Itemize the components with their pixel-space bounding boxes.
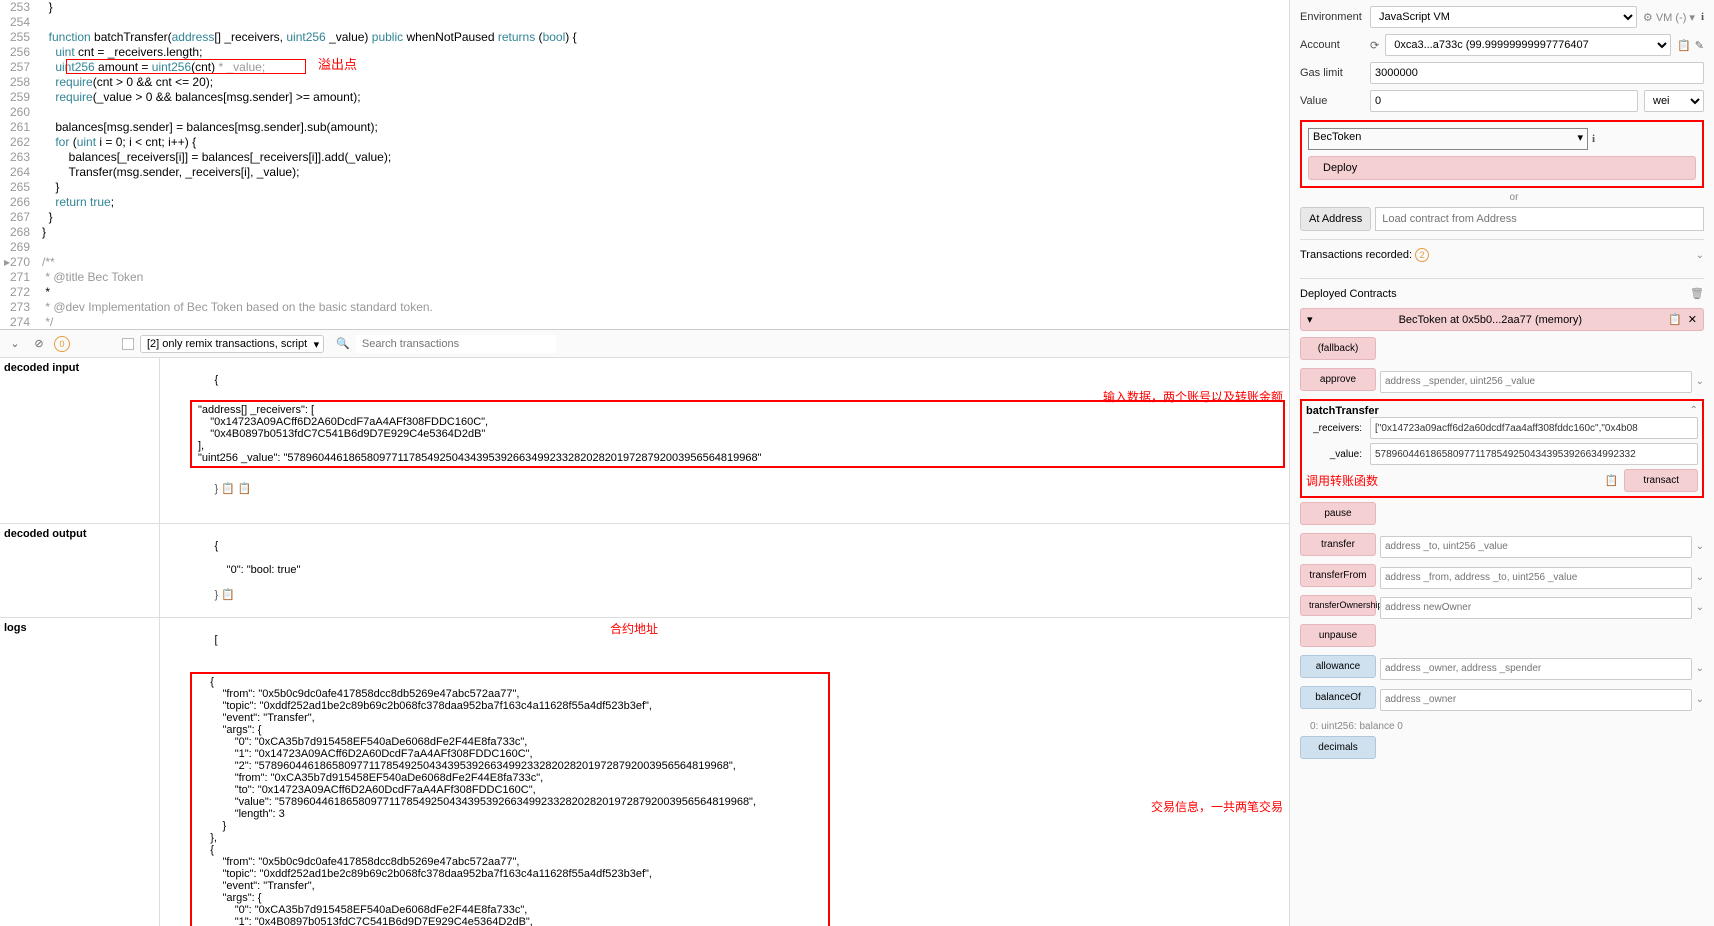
transferfrom-input[interactable]	[1380, 567, 1692, 589]
deploy-panel: Environment JavaScript VM ⚙ VM (-) ▾ i A…	[1290, 0, 1714, 926]
decoded-input-label: decoded input	[0, 358, 160, 523]
deployed-contracts-label: Deployed Contracts	[1300, 288, 1397, 300]
transfer-input[interactable]	[1380, 536, 1692, 558]
receivers-label: _receivers:	[1306, 423, 1366, 434]
chevron-down-icon[interactable]: ⌄	[1696, 663, 1704, 674]
close-icon[interactable]: ✕	[1688, 313, 1697, 326]
contract-address-annotation: 合约地址	[610, 620, 658, 637]
logs-box: { "from": "0x5b0c9dc0afe417858dcc8db5269…	[190, 672, 830, 926]
code-editor[interactable]: 2532542552562572582592602612622632642652…	[0, 0, 1289, 330]
transferownership-button[interactable]: transferOwnership	[1300, 595, 1376, 616]
info-icon[interactable]: i	[1592, 133, 1595, 145]
balanceof-return: 0: uint256: balance 0	[1300, 717, 1704, 736]
copy-icon[interactable]: 📋	[1677, 39, 1691, 52]
account-label: Account	[1300, 39, 1364, 51]
copy-icon[interactable]: 📋	[1605, 474, 1619, 487]
at-address-button[interactable]: At Address	[1300, 207, 1371, 231]
deploy-button[interactable]: Deploy	[1308, 156, 1696, 180]
input-annotation: 输入数据，两个账号以及转账金额	[1103, 388, 1283, 405]
copy-icon[interactable]: } 📋 📋	[214, 483, 251, 495]
trash-icon[interactable]: 🗑	[1690, 287, 1704, 300]
deployed-instance-title: BecToken at 0x5b0...2aa77 (memory)	[1399, 314, 1582, 326]
decoded-input-box: "address[] _receivers": [ "0x14723A09ACf…	[190, 400, 1285, 468]
at-address-input[interactable]	[1375, 207, 1704, 231]
batchtransfer-label: batchTransfer	[1306, 405, 1379, 417]
deployed-instance-header[interactable]: ▾ BecToken at 0x5b0...2aa77 (memory) 📋✕	[1300, 308, 1704, 331]
or-label: or	[1324, 192, 1704, 203]
info-icon[interactable]: i	[1701, 11, 1704, 23]
pause-button[interactable]: pause	[1300, 502, 1376, 525]
batchtransfer-highlight: batchTransfer ⌃ _receivers: _value: 调用转账函…	[1300, 399, 1704, 498]
refresh-icon[interactable]: ⟳	[1370, 39, 1379, 52]
search-icon: 🔍	[336, 337, 350, 350]
value-label: Value	[1300, 95, 1364, 107]
decoded-output-label: decoded output	[0, 524, 160, 617]
environment-label: Environment	[1300, 11, 1364, 23]
value-param-label: _value:	[1306, 449, 1366, 460]
overflow-annotation: 溢出点	[318, 57, 357, 72]
console-output: decoded input { "address[] _receivers": …	[0, 358, 1289, 926]
transferfrom-button[interactable]: transferFrom	[1300, 564, 1376, 587]
account-select[interactable]: 0xca3...a733c (99.99999999997776407	[1385, 34, 1671, 56]
console-toolbar: ⌄ ⊘ 0 [2] only remix transactions, scrip…	[0, 330, 1289, 358]
brace: {	[214, 374, 218, 386]
chevron-down-icon[interactable]: ⌄	[1696, 602, 1704, 613]
logs-annotation: 交易信息，一共两笔交易	[1151, 798, 1283, 815]
copy-icon[interactable]: } 📋	[214, 589, 234, 601]
tx-count-badge: 2	[1415, 248, 1429, 262]
allowance-input[interactable]	[1380, 658, 1692, 680]
transfer-button[interactable]: transfer	[1300, 533, 1376, 556]
pending-tx-badge: 0	[54, 336, 70, 352]
deploy-section-highlight: BecToken i Deploy 部署BecToken合约	[1300, 120, 1704, 188]
allowance-button[interactable]: allowance	[1300, 655, 1376, 678]
cancel-icon[interactable]: ⊘	[30, 335, 48, 353]
tx-recorded-label: Transactions recorded:	[1300, 249, 1412, 261]
listen-checkbox[interactable]	[122, 338, 134, 350]
balanceof-input[interactable]	[1380, 689, 1692, 711]
contract-select[interactable]: BecToken	[1308, 128, 1588, 150]
fallback-button[interactable]: (fallback)	[1300, 337, 1376, 360]
value-input[interactable]	[1370, 90, 1638, 112]
unpause-button[interactable]: unpause	[1300, 624, 1376, 647]
copy-icon[interactable]: 📋	[1668, 313, 1682, 326]
transact-annotation: 调用转账函数	[1306, 472, 1378, 489]
value-unit-select[interactable]: wei	[1644, 90, 1704, 112]
gas-limit-label: Gas limit	[1300, 67, 1364, 79]
value-param-input[interactable]	[1370, 443, 1698, 465]
balanceof-button[interactable]: balanceOf	[1300, 686, 1376, 709]
edit-icon[interactable]: ✎	[1695, 39, 1704, 52]
chevron-down-icon[interactable]: ⌄	[6, 335, 24, 353]
chevron-down-icon[interactable]: ⌄	[1696, 694, 1704, 705]
approve-input[interactable]	[1380, 371, 1692, 393]
decimals-button[interactable]: decimals	[1300, 736, 1376, 759]
chevron-down-icon[interactable]: ⌄	[1696, 572, 1704, 583]
logs-label: logs	[0, 618, 160, 926]
gas-limit-input[interactable]	[1370, 62, 1704, 84]
chevron-up-icon[interactable]: ⌃	[1690, 405, 1698, 417]
filter-dropdown[interactable]: [2] only remix transactions, script	[140, 335, 324, 353]
transact-button[interactable]: transact	[1624, 469, 1698, 492]
chevron-down-icon[interactable]: ⌄	[1696, 376, 1704, 387]
chevron-down-icon[interactable]: ⌄	[1696, 250, 1704, 261]
chevron-down-icon[interactable]: ⌄	[1696, 541, 1704, 552]
environment-select[interactable]: JavaScript VM	[1370, 6, 1637, 28]
receivers-input[interactable]	[1370, 417, 1698, 439]
approve-button[interactable]: approve	[1300, 368, 1376, 391]
vm-fork-label[interactable]: ⚙ VM (-) ▾	[1643, 11, 1695, 24]
transferownership-input[interactable]	[1380, 597, 1692, 619]
search-input[interactable]	[356, 335, 556, 353]
